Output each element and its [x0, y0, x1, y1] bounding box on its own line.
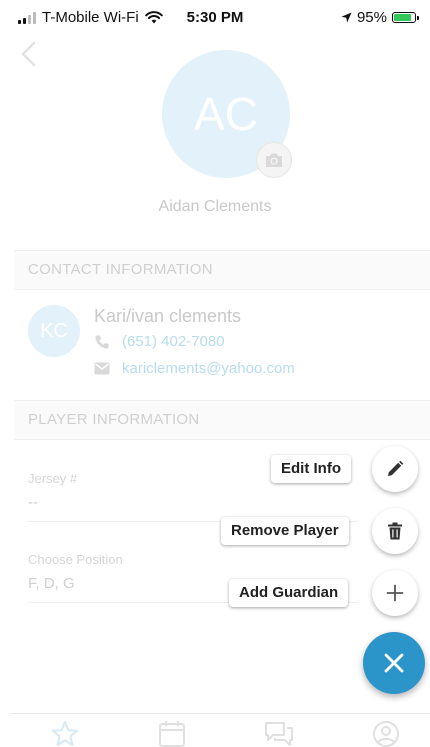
player-profile-page: AC Aidan Clements CONTACT INFORMATION KC…	[0, 0, 430, 747]
player-section-header: PLAYER INFORMATION	[14, 400, 430, 440]
trash-icon	[388, 522, 402, 540]
email-icon	[94, 362, 110, 375]
tab-schedule[interactable]	[157, 720, 187, 747]
guardian-avatar: KC	[28, 305, 80, 357]
chat-icon	[265, 722, 293, 746]
tab-messages[interactable]	[264, 720, 294, 747]
guardian-phone-row[interactable]: (651) 402-7080	[94, 333, 225, 350]
player-name: Aidan Clements	[158, 198, 272, 215]
tab-profile[interactable]	[371, 720, 401, 747]
phone-icon	[95, 335, 109, 348]
tab-bar-divider	[10, 713, 430, 714]
profile-icon	[373, 721, 399, 747]
pencil-icon	[388, 460, 404, 476]
edit-info-label[interactable]: Edit Info	[271, 455, 351, 483]
add-guardian-label[interactable]: Add Guardian	[229, 579, 349, 607]
position-field-value[interactable]: F, D, G	[28, 575, 75, 592]
guardian-name: Kari/ivan clements	[94, 306, 242, 326]
tab-favorites[interactable]	[50, 720, 80, 747]
guardian-initials: KC	[40, 319, 68, 342]
calendar-icon	[159, 721, 185, 747]
edit-info-button[interactable]	[372, 446, 418, 492]
change-photo-button[interactable]	[256, 142, 292, 178]
close-icon	[384, 653, 404, 673]
plus-icon	[386, 584, 404, 602]
guardian-phone-link[interactable]: (651) 402-7080	[122, 333, 225, 350]
add-guardian-button[interactable]	[372, 570, 418, 616]
guardian-email-link[interactable]: kariclements@yahoo.com	[122, 360, 295, 377]
position-field-label: Choose Position	[28, 552, 123, 567]
remove-player-label[interactable]: Remove Player	[221, 517, 349, 545]
contact-section-header: CONTACT INFORMATION	[14, 250, 430, 290]
remove-player-button[interactable]	[372, 508, 418, 554]
jersey-field-label: Jersey #	[28, 471, 78, 486]
jersey-field-value[interactable]: --	[28, 494, 38, 511]
back-chevron-icon[interactable]	[18, 40, 40, 68]
close-speed-dial-button[interactable]	[363, 632, 425, 694]
star-icon	[52, 721, 78, 746]
player-initials: AC	[194, 88, 258, 140]
guardian-email-row[interactable]: kariclements@yahoo.com	[94, 360, 295, 377]
camera-icon	[266, 153, 282, 167]
